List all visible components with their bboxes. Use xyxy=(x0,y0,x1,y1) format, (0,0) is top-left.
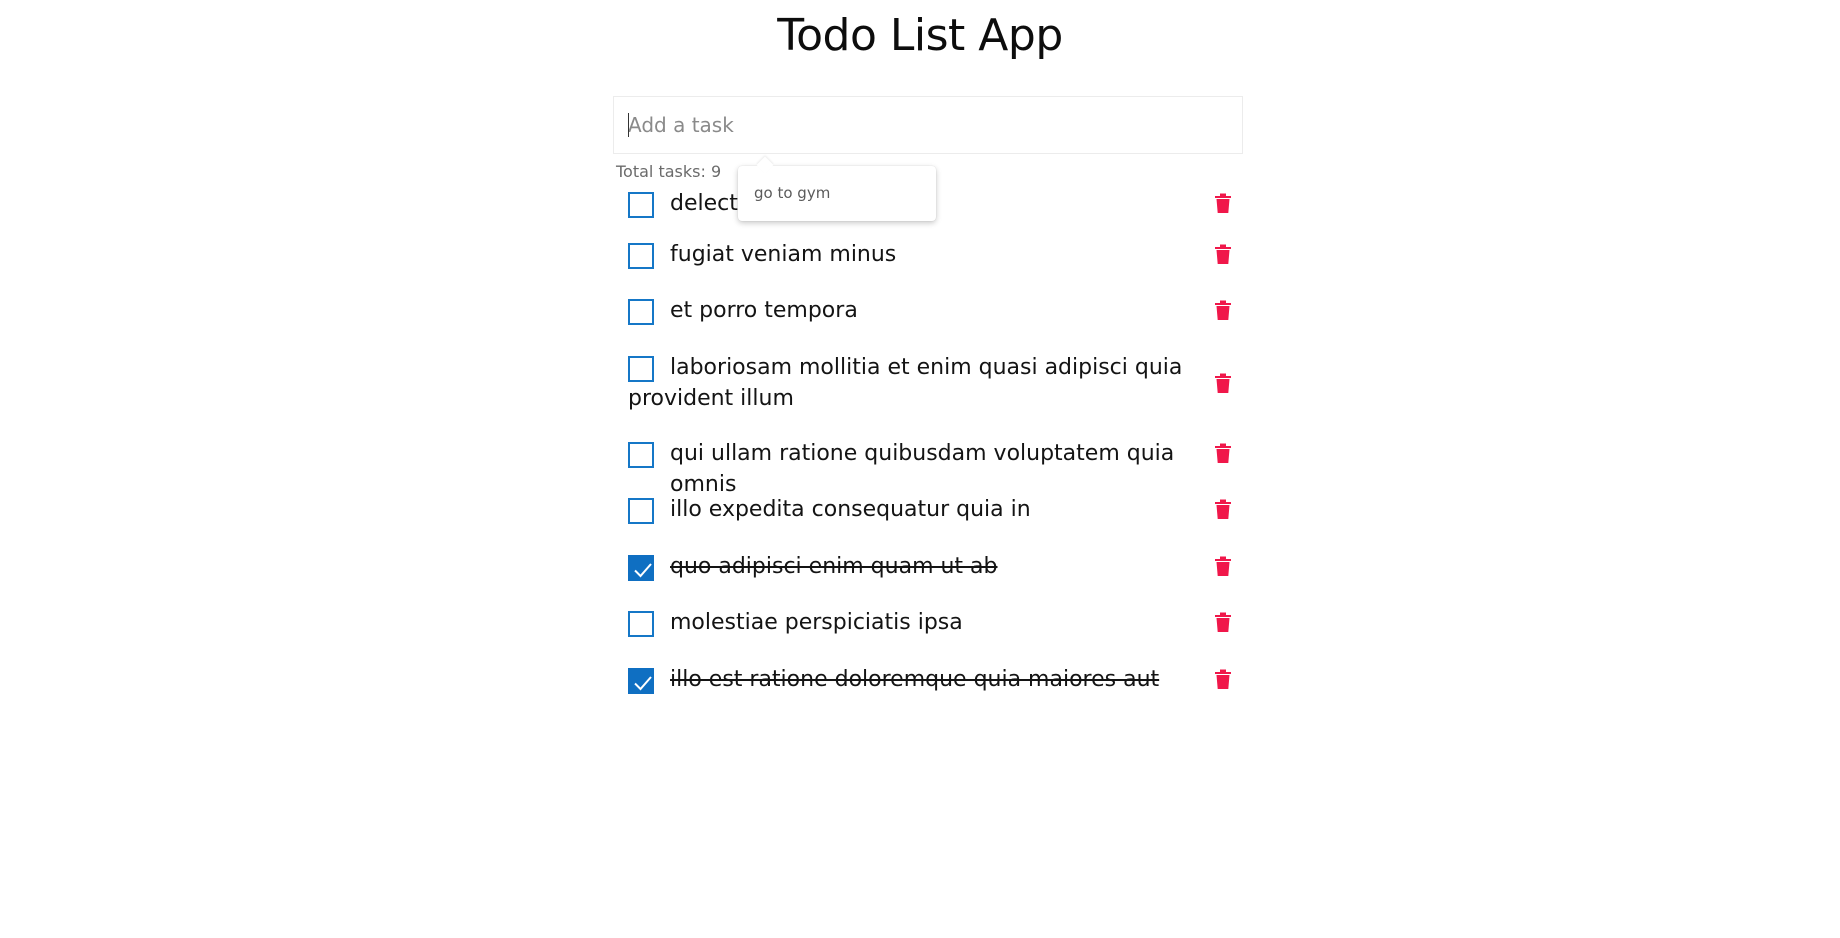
task-label: quo adipisci enim quam ut ab xyxy=(670,554,998,579)
task-checkbox[interactable] xyxy=(628,299,654,325)
task-item: quo adipisci enim quam ut ab xyxy=(628,552,1240,586)
checkmark-icon xyxy=(634,563,652,578)
task-item: fugiat veniam minus xyxy=(628,240,1240,274)
task-label: illo est ratione doloremque quia maiores… xyxy=(670,667,1160,692)
checkmark-icon xyxy=(634,676,652,691)
task-item: illo expedita consequatur quia in xyxy=(628,495,1240,529)
trash-icon[interactable] xyxy=(1214,243,1232,265)
trash-icon[interactable] xyxy=(1214,372,1232,394)
trash-icon[interactable] xyxy=(1214,192,1232,214)
task-checkbox[interactable] xyxy=(628,668,654,694)
trash-icon[interactable] xyxy=(1214,611,1232,633)
task-checkbox[interactable] xyxy=(628,192,654,218)
task-checkbox[interactable] xyxy=(628,498,654,524)
task-checkbox[interactable] xyxy=(628,611,654,637)
total-tasks-count: Total tasks: 9 xyxy=(616,162,722,181)
task-label: illo expedita consequatur quia in xyxy=(670,497,1031,522)
suggestion-text: go to gym xyxy=(754,184,831,202)
autocomplete-suggestion[interactable]: go to gym xyxy=(738,166,936,221)
task-item: illo est ratione doloremque quia maiores… xyxy=(628,665,1240,699)
page-title: Todo List App xyxy=(777,10,1063,61)
trash-icon[interactable] xyxy=(1214,555,1232,577)
task-checkbox[interactable] xyxy=(628,555,654,581)
trash-icon[interactable] xyxy=(1214,668,1232,690)
task-item: laboriosam mollitia et enim quasi adipis… xyxy=(628,352,1240,414)
task-label: et porro tempora xyxy=(670,298,858,323)
task-label: molestiae perspiciatis ipsa xyxy=(670,610,963,635)
trash-icon[interactable] xyxy=(1214,498,1232,520)
task-label: fugiat veniam minus xyxy=(670,242,897,267)
add-task-input[interactable] xyxy=(613,96,1243,154)
text-cursor xyxy=(628,113,629,137)
task-item: et porro tempora xyxy=(628,296,1240,330)
task-item: molestiae perspiciatis ipsa xyxy=(628,608,1240,642)
task-label: qui ullam ratione quibusdam voluptatem q… xyxy=(670,441,1175,497)
task-checkbox[interactable] xyxy=(628,243,654,269)
todo-app: Todo List App Total tasks: 9 go to gym d… xyxy=(0,0,1840,938)
task-label: laboriosam mollitia et enim quasi adipis… xyxy=(628,355,1183,411)
trash-icon[interactable] xyxy=(1214,442,1232,464)
task-item: qui ullam ratione quibusdam voluptatem q… xyxy=(628,439,1240,497)
trash-icon[interactable] xyxy=(1214,299,1232,321)
task-checkbox[interactable] xyxy=(628,442,654,468)
